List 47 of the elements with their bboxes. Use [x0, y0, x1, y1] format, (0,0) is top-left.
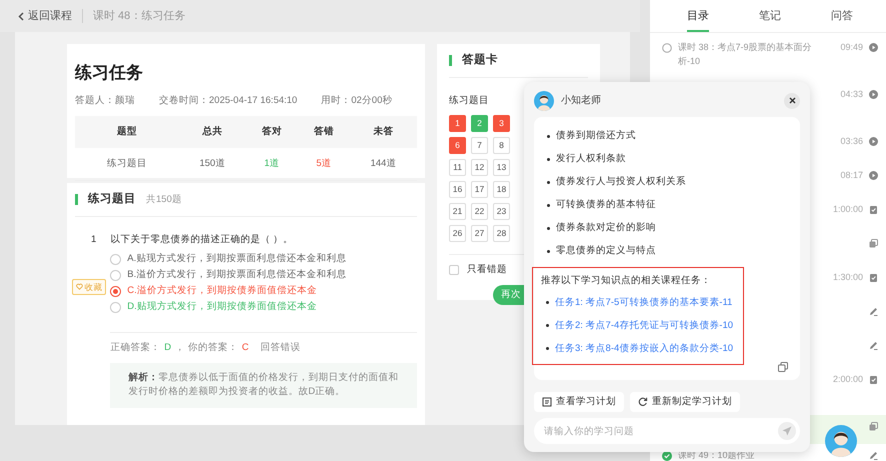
table-cell: 练习题目 [75, 148, 179, 181]
topic-text: 发行人权利条款 [556, 152, 626, 166]
your-answer: C [242, 340, 249, 354]
question-text: 以下关于零息债券的描述正确的是（ ）。 [110, 233, 294, 248]
analysis-text: 解析：零息债券以低于面值的价格发行，到期日支付的面值和发行时价格的差额即为投资者的收益。故D正确。 [110, 362, 417, 408]
assistant-name: 小知老师 [561, 94, 602, 108]
table-cell: 150道 [178, 148, 246, 181]
column-header: 答错 [298, 116, 350, 148]
section-label: 练习题目 [449, 94, 489, 108]
lesson-duration: 03:36 [839, 135, 863, 148]
meta-text: 交卷时间：2025-04-17 16:54:10 [159, 94, 298, 108]
option-text: D.贴现方式发行，到期按债券面值偿还本金 [127, 300, 317, 314]
answer-label: 正确答案： [110, 340, 160, 354]
table-cell: 5道 [298, 148, 350, 181]
topic-text: 债券发行人与投资人权利关系 [556, 175, 686, 190]
column-header: 未答 [350, 116, 417, 148]
recommend-heading: 推荐以下学习知识点的相关课程任务： [541, 274, 712, 288]
option-text: A.贴现方式发行，到期按票面利息偿还本金和利息 [127, 252, 346, 266]
column-header: 答对 [246, 116, 298, 148]
question-number: 1 [91, 233, 96, 248]
verdict-text: 回答错误 [260, 340, 301, 354]
topic-text: 债券到期偿还方式 [556, 129, 636, 144]
section-title: 练习题目 [88, 192, 136, 207]
column-header: 总共 [178, 116, 246, 148]
card-title: 答题卡 [462, 52, 498, 68]
checkbox-label: 只看错题 [467, 262, 507, 276]
table-cell: 1道 [246, 148, 298, 181]
correct-answer: D [164, 340, 172, 354]
option-text: B.溢价方式发行，到期按票面利息偿还本金和利息 [127, 268, 346, 282]
meta-text: 答题人：颜瑞 [75, 94, 135, 108]
lesson-title: 课时 48：练习任务 [93, 8, 186, 24]
lesson-duration: 1:30:00 [832, 271, 863, 284]
topic-text: 可转换债券的基本特征 [556, 198, 656, 212]
table-cell: 144道 [350, 148, 417, 181]
page-title: 练习任务 [75, 62, 144, 84]
lesson-duration: 1:00:00 [832, 203, 863, 216]
meta-text: 用时：02分00秒 [321, 94, 392, 108]
lesson-duration: 04:33 [839, 88, 863, 101]
option-text: C.溢价方式发行，到期按债券面值偿还本金 [127, 284, 317, 298]
question-count: 共150题 [146, 192, 182, 206]
topic-text: 债券条款对定价的影响 [556, 221, 656, 236]
lesson-duration: 09:49 [839, 41, 863, 54]
topic-text: 零息债券的定义与特点 [556, 244, 656, 258]
lesson-duration: 08:17 [839, 169, 863, 182]
column-header: 题型 [75, 116, 179, 148]
answer-label: ， 你的答案： [175, 340, 238, 354]
lesson-duration: 2:00:00 [832, 373, 863, 386]
